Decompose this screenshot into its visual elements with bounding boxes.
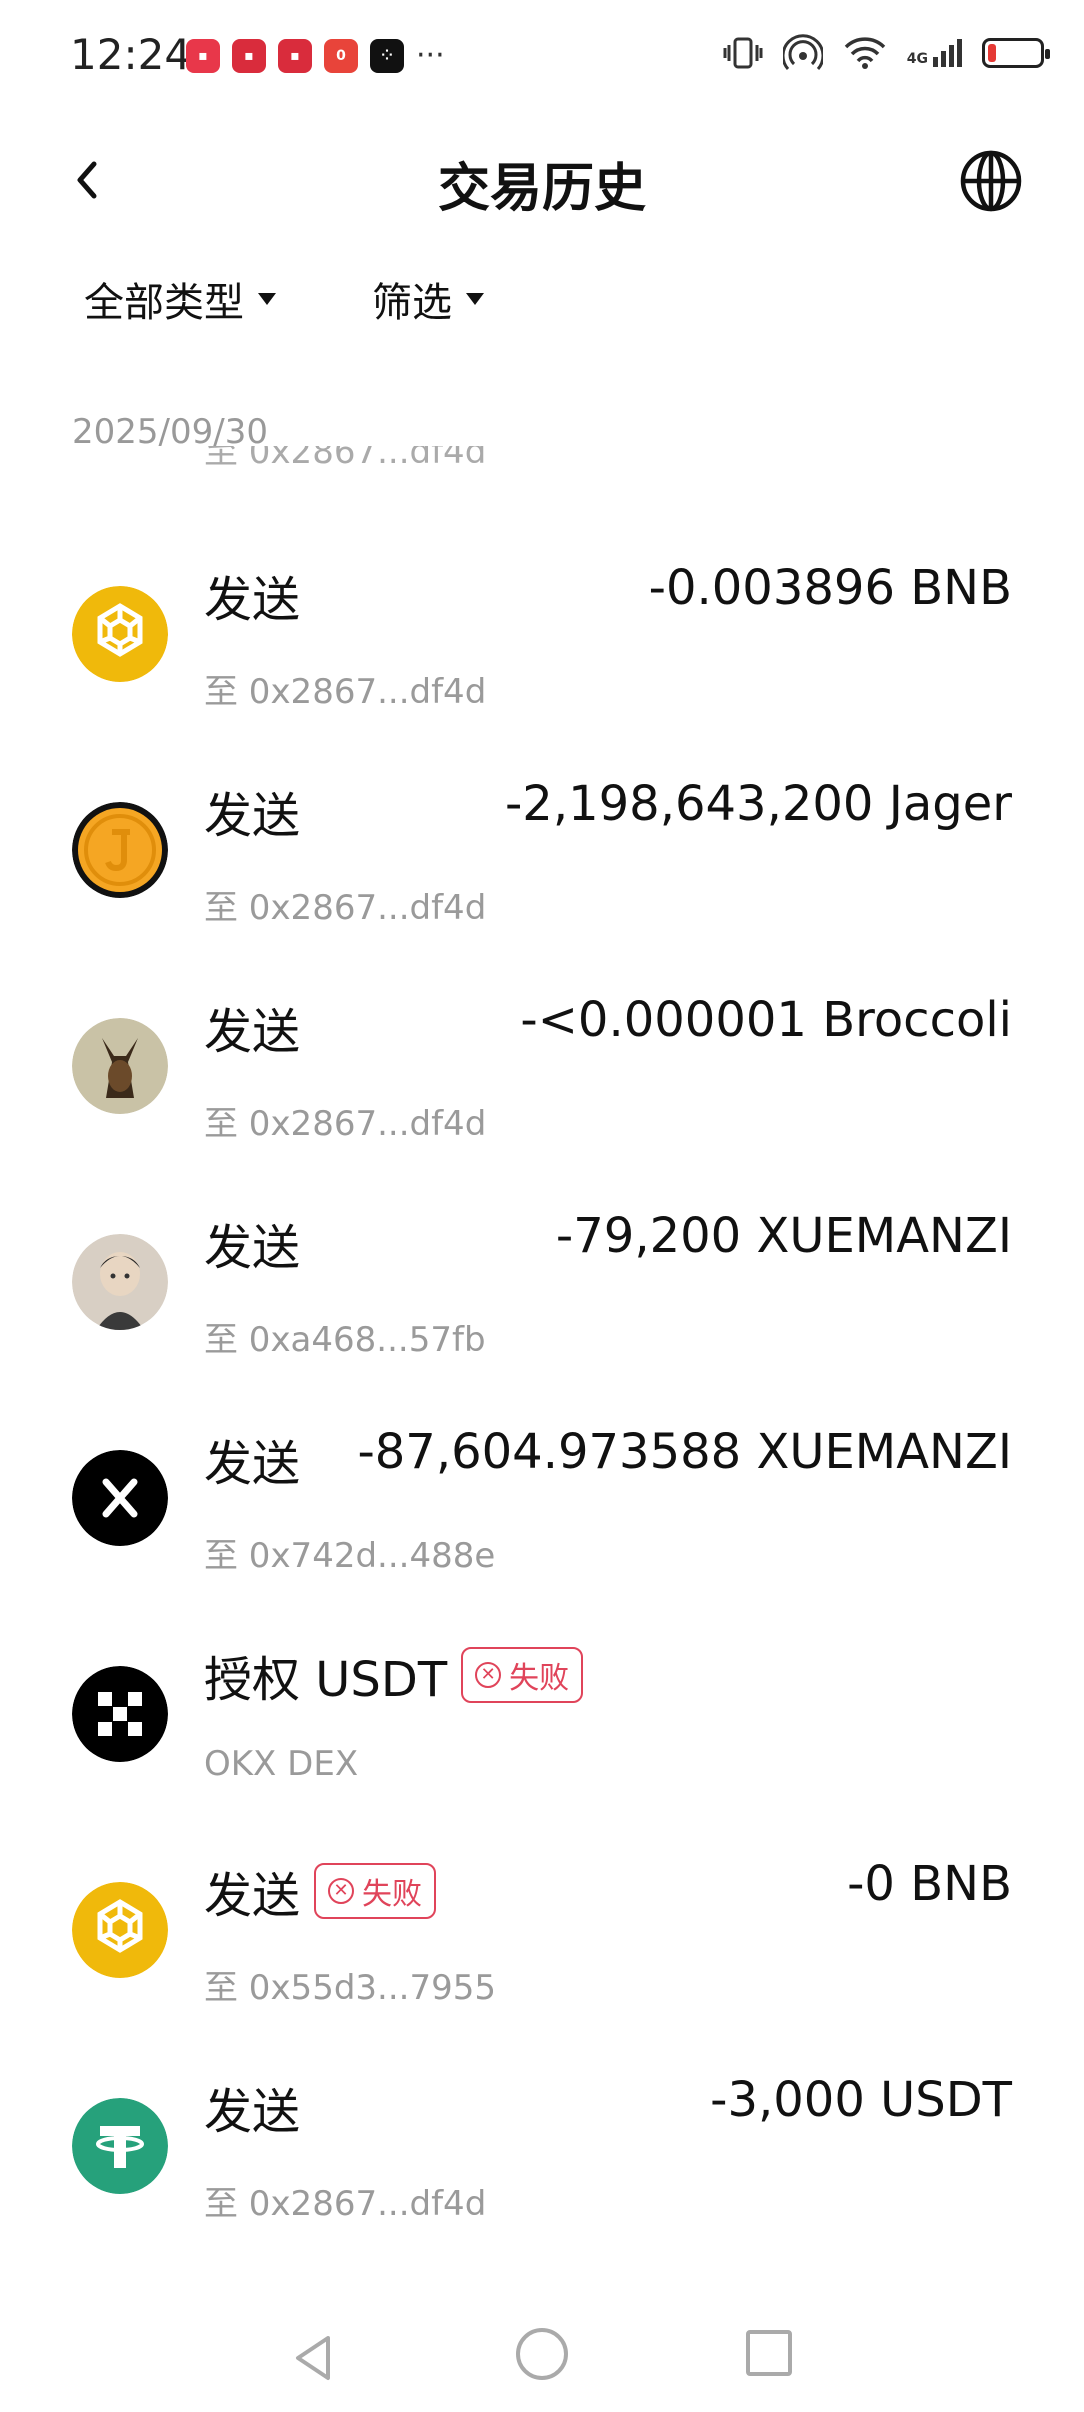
status-bar: 12:24 ▪ ▪ ▪ 0 ⁘ ··· 4G [0, 0, 1084, 110]
broccoli-token-icon [72, 1018, 168, 1114]
transaction-row[interactable]: 发送 -<0.000001 Broccoli 至 0x2867...df4d [0, 992, 1084, 1208]
type-filter-label: 全部类型 [84, 280, 244, 326]
transaction-amount: -2,198,643,200 Jager [504, 776, 1012, 832]
transaction-address: OKX DEX [204, 1744, 359, 1784]
transaction-amount: -<0.000001 Broccoli [520, 992, 1012, 1048]
app-header: 交易历史 [0, 120, 1084, 240]
transaction-type: 发送 [204, 1004, 301, 1060]
transaction-type: 发送 [204, 572, 301, 628]
bnb-icon [72, 586, 168, 682]
transaction-type: 发送 [204, 2084, 301, 2140]
transaction-address: 至 0xa468...57fb [204, 1320, 486, 1360]
transaction-row[interactable]: 发送 -3,000 USDT 至 0x2867...df4d [0, 2072, 1084, 2288]
app-notification-icon: ⁘ [370, 38, 404, 73]
caret-down-icon [466, 293, 484, 305]
transaction-type: 发送 [204, 788, 301, 844]
transaction-type: 发送 [204, 1868, 301, 1924]
usdt-icon [72, 2098, 168, 2194]
page-title: 交易历史 [437, 159, 646, 219]
failed-status-badge: ✕ 失败 [314, 1863, 437, 1919]
nav-back-icon[interactable] [284, 2328, 344, 2388]
okx-icon [72, 1666, 168, 1762]
transaction-row[interactable]: 发送 -79,200 XUEMANZI 至 0xa468...57fb [0, 1208, 1084, 1424]
network-type: 4G [906, 51, 928, 67]
x-token-icon [72, 1450, 168, 1546]
battery-level [988, 44, 996, 62]
filter-label: 筛选 [372, 280, 452, 326]
transaction-amount: -3,000 USDT [710, 2072, 1012, 2128]
transaction-address: 至 0x2867...df4d [204, 2184, 487, 2224]
transaction-row[interactable]: 发送 -0.003896 BNB 至 0x2867...df4d [0, 560, 1084, 776]
transaction-amount: -0.003896 BNB [648, 560, 1012, 616]
failed-status-badge: ✕ 失败 [461, 1647, 584, 1703]
transaction-address: 至 0x2867...df4d [204, 672, 487, 712]
app-notification-icon: ▪ [186, 38, 220, 73]
nav-recents-icon[interactable] [746, 2330, 792, 2376]
transaction-address: 至 0x55d3...7955 [204, 1968, 496, 2008]
transaction-type: 发送 [204, 1220, 301, 1276]
wifi-icon [844, 37, 885, 69]
signal-4g-icon: 4G [907, 39, 962, 67]
transaction-row[interactable]: 发送 -87,604.973588 XUEMANZI 至 0x742d...48… [0, 1424, 1084, 1640]
transaction-amount: -87,604.973588 XUEMANZI [357, 1424, 1012, 1480]
caret-down-icon [258, 293, 276, 305]
filter-dropdown[interactable]: 筛选 [372, 270, 484, 328]
transaction-amount: -79,200 XUEMANZI [555, 1208, 1012, 1264]
jager-token-icon [72, 802, 168, 898]
status-indicators: 4G [723, 34, 1050, 72]
filter-bar: 全部类型 筛选 [84, 270, 484, 328]
globe-icon[interactable] [956, 146, 1026, 216]
close-circle-icon: ✕ [328, 1878, 355, 1904]
battery-icon [982, 38, 1050, 68]
bnb-icon [72, 1882, 168, 1978]
status-app-icons: ▪ ▪ ▪ 0 ⁘ ··· [186, 38, 445, 73]
transaction-type: 授权 USDT [204, 1652, 448, 1708]
vibrate-icon [723, 37, 763, 69]
app-notification-icon: 0 [324, 38, 358, 73]
nav-home-icon[interactable] [516, 2328, 568, 2380]
transaction-row[interactable]: 授权 USDT ✕ 失败 OKX DEX [0, 1640, 1084, 1856]
more-notifications-icon: ··· [416, 38, 445, 73]
transaction-address: 至 0x2867...df4d [204, 1104, 487, 1144]
xuemanzi-token-icon [72, 1234, 168, 1330]
hotspot-icon [782, 34, 823, 70]
close-circle-icon: ✕ [475, 1662, 502, 1688]
transaction-type: 发送 [204, 1436, 301, 1492]
partial-row-address: 至 0x2867...df4d [204, 446, 487, 472]
status-time: 12:24 [70, 30, 192, 79]
system-nav-bar [0, 2300, 1084, 2412]
transaction-address: 至 0x2867...df4d [204, 888, 487, 928]
transaction-list: 发送 -0.003896 BNB 至 0x2867...df4d 发送 -2,1… [0, 560, 1084, 2288]
app-notification-icon: ▪ [278, 38, 312, 73]
transaction-row[interactable]: 发送 ✕ 失败 -0 BNB 至 0x55d3...7955 [0, 1856, 1084, 2072]
app-notification-icon: ▪ [232, 38, 266, 73]
transaction-amount: -0 BNB [847, 1856, 1012, 1912]
transaction-row[interactable]: 发送 -2,198,643,200 Jager 至 0x2867...df4d [0, 776, 1084, 992]
type-filter-dropdown[interactable]: 全部类型 [84, 270, 276, 328]
transaction-address: 至 0x742d...488e [204, 1536, 496, 1576]
